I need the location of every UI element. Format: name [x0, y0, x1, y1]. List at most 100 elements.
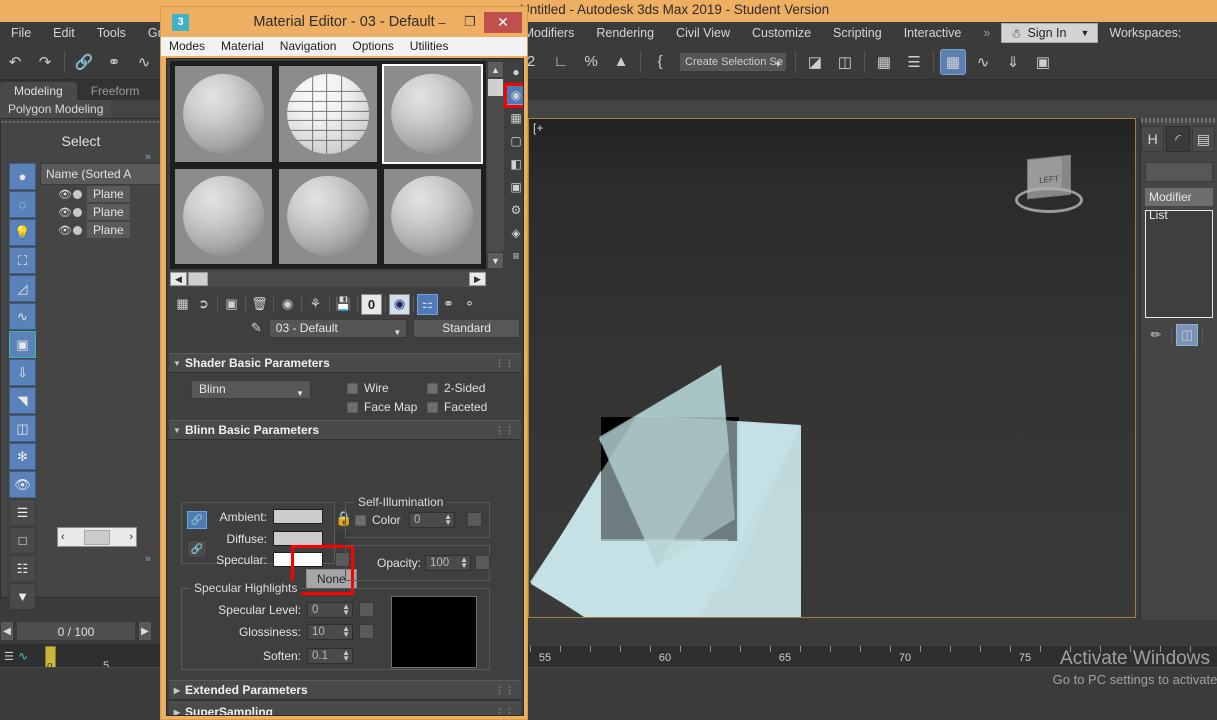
diffuse-color-swatch[interactable] [273, 531, 323, 546]
show-end-result-icon[interactable]: ◫ [1176, 324, 1198, 346]
go-to-parent-icon[interactable]: ⚭ [438, 294, 459, 315]
sign-in-button[interactable]: ☃ Sign In ▼ [1001, 23, 1098, 43]
hierarchy-tab[interactable]: ▤ [1192, 126, 1215, 152]
list-item[interactable]: 👁 Plane [40, 221, 161, 239]
rollup-header-shader-basic[interactable]: ▼ Shader Basic Parameters ⋮⋮ [169, 353, 521, 373]
scroll-right-arrow-icon[interactable]: › [129, 531, 133, 543]
visibility-eye-icon[interactable]: 👁 [58, 188, 72, 201]
object-name-field[interactable] [1145, 162, 1213, 182]
self-illum-color-checkbox[interactable]: Color [355, 513, 401, 527]
reset-map-icon[interactable]: 🗑 [249, 294, 270, 315]
background-icon[interactable]: ▦ [505, 107, 524, 128]
blank-view-icon[interactable]: □ [9, 527, 36, 554]
opacity-spinner[interactable]: 100 ▲▼ [425, 555, 471, 571]
menu-tools[interactable]: Tools [86, 22, 137, 44]
ribbon-tab-modeling[interactable]: Modeling [0, 82, 77, 100]
sample-slot-vertical-scrollbar[interactable]: ▲ ▼ [487, 61, 504, 269]
show-end-result-icon[interactable]: ⚏ [417, 294, 438, 315]
menu-rendering[interactable]: Rendering [585, 22, 665, 44]
material-map-navigator-icon[interactable]: ≡ [505, 245, 524, 266]
scene-explorer-expand[interactable]: » [1, 151, 161, 163]
backlight-icon[interactable]: ◉ [505, 84, 524, 105]
track-menu-icon[interactable]: ☰ [4, 650, 14, 663]
list-item[interactable]: 👁 Plane [40, 185, 161, 203]
spinner-snap-icon[interactable]: ▲ [608, 49, 634, 75]
scrollbar-thumb[interactable] [488, 79, 503, 96]
eyedropper-icon[interactable]: ✎ [244, 320, 269, 336]
menu-customize[interactable]: Customize [741, 22, 822, 44]
rollup-header-blinn-basic[interactable]: ▼ Blinn Basic Parameters ⋮⋮ [169, 420, 521, 440]
pin-stack-icon[interactable]: ✏ [1145, 324, 1167, 346]
column-header-name[interactable]: Name (Sorted A [40, 163, 161, 185]
sample-slot-5[interactable] [277, 167, 378, 267]
scrollbar-thumb[interactable] [188, 272, 208, 286]
specular-color-swatch[interactable] [273, 552, 323, 567]
align-icon[interactable]: ◫ [832, 49, 858, 75]
scroll-left-arrow-icon[interactable]: ‹ [61, 531, 65, 543]
maximize-button[interactable]: ❐ [457, 13, 483, 31]
spinner-arrows-icon[interactable]: ▲▼ [342, 626, 350, 638]
make-material-copy-icon[interactable]: ◉ [277, 294, 298, 315]
glossiness-map-button[interactable] [359, 624, 374, 639]
edit-named-selection-icon[interactable]: { [647, 49, 673, 75]
filter-particles-icon[interactable]: ✻ [9, 443, 36, 470]
horizontal-scrollbar[interactable]: ‹ › [57, 527, 137, 547]
make-preview-icon[interactable]: ▣ [505, 176, 524, 197]
menu-edit[interactable]: Edit [42, 22, 86, 44]
specular-level-map-button[interactable] [359, 602, 374, 617]
me-menu-options[interactable]: Options [344, 37, 401, 56]
specular-level-spinner[interactable]: 0 ▲▼ [307, 602, 353, 618]
menu-file[interactable]: File [0, 22, 42, 44]
material-editor-icon[interactable]: ▦ [940, 49, 966, 75]
percent-snap-icon[interactable]: % [578, 49, 604, 75]
shader-type-dropdown[interactable]: Blinn ▼ [191, 380, 311, 399]
sample-slot-2[interactable] [277, 64, 378, 164]
face-map-checkbox[interactable]: Face Map [347, 400, 417, 414]
list-view-icon[interactable]: ☰ [9, 499, 36, 526]
material-effects-channel-icon[interactable]: 0 [361, 294, 382, 315]
filter-spacewarps-icon[interactable]: ∿ [9, 303, 36, 330]
glossiness-spinner[interactable]: 10 ▲▼ [307, 624, 353, 640]
select-by-material-icon[interactable]: ◈ [505, 222, 524, 243]
unlink-selection-icon[interactable]: ⚭ [101, 49, 127, 75]
material-name-dropdown[interactable]: 03 - Default ▼ [269, 319, 407, 338]
detail-view-icon[interactable]: ☷ [9, 555, 36, 582]
modify-tab[interactable]: ◜ [1166, 126, 1189, 152]
opacity-map-button[interactable] [475, 555, 490, 570]
filter-helpers-icon[interactable]: ◿ [9, 275, 36, 302]
scroll-down-arrow-icon[interactable]: ▼ [487, 252, 504, 269]
self-illum-map-button[interactable] [467, 512, 482, 527]
visibility-eye-icon[interactable]: 👁 [58, 206, 72, 219]
put-material-to-scene-icon[interactable]: ➲ [193, 294, 214, 315]
spinner-arrows-icon[interactable]: ▲▼ [460, 557, 468, 569]
scene-explorer-expand-2[interactable]: » [145, 553, 151, 565]
list-item[interactable]: 👁 Plane [40, 203, 161, 221]
scrollbar-thumb[interactable] [84, 530, 110, 545]
filter-groups-icon[interactable]: ▣ [9, 331, 36, 358]
material-editor-window[interactable]: 3 Material Editor - 03 - Default – ❐ ✕ M… [160, 6, 528, 720]
select-and-link-icon[interactable]: 🔗 [71, 49, 97, 75]
spinner-arrows-icon[interactable]: ▲▼ [342, 604, 350, 616]
assign-material-to-selection-icon[interactable]: ▣ [221, 294, 242, 315]
layer-explorer-icon[interactable]: ▦ [871, 49, 897, 75]
rollup-header-extended[interactable]: ▶ Extended Parameters ⋮⋮ [169, 680, 521, 700]
menu-overflow[interactable]: » [972, 22, 1001, 44]
menu-scripting[interactable]: Scripting [822, 22, 893, 44]
visibility-eye-icon[interactable]: 👁 [58, 224, 72, 237]
me-menu-modes[interactable]: Modes [161, 37, 213, 56]
filter-containers-icon[interactable]: ◫ [9, 415, 36, 442]
filter-shapes-icon[interactable]: ◌ [9, 191, 36, 218]
modifier-stack[interactable] [1145, 210, 1213, 318]
scroll-left-arrow-icon[interactable]: ◀ [170, 272, 187, 286]
material-editor-titlebar[interactable]: 3 Material Editor - 03 - Default – ❐ ✕ [161, 7, 527, 37]
menu-civil-view[interactable]: Civil View [665, 22, 741, 44]
ribbon-tab-freeform[interactable]: Freeform [77, 82, 154, 100]
close-button[interactable]: ✕ [484, 12, 522, 33]
rollup-header-supersampling[interactable]: ▶ SuperSampling ⋮⋮ [169, 702, 521, 716]
minimize-button[interactable]: – [429, 13, 455, 31]
menu-interactive[interactable]: Interactive [893, 22, 973, 44]
faceted-checkbox[interactable]: Faceted [427, 400, 487, 414]
viewport[interactable]: [+ LEFT [528, 118, 1136, 618]
go-forward-to-sibling-icon[interactable]: ⚬ [459, 294, 480, 315]
render-frame-window-icon[interactable]: ▣ [1030, 49, 1056, 75]
